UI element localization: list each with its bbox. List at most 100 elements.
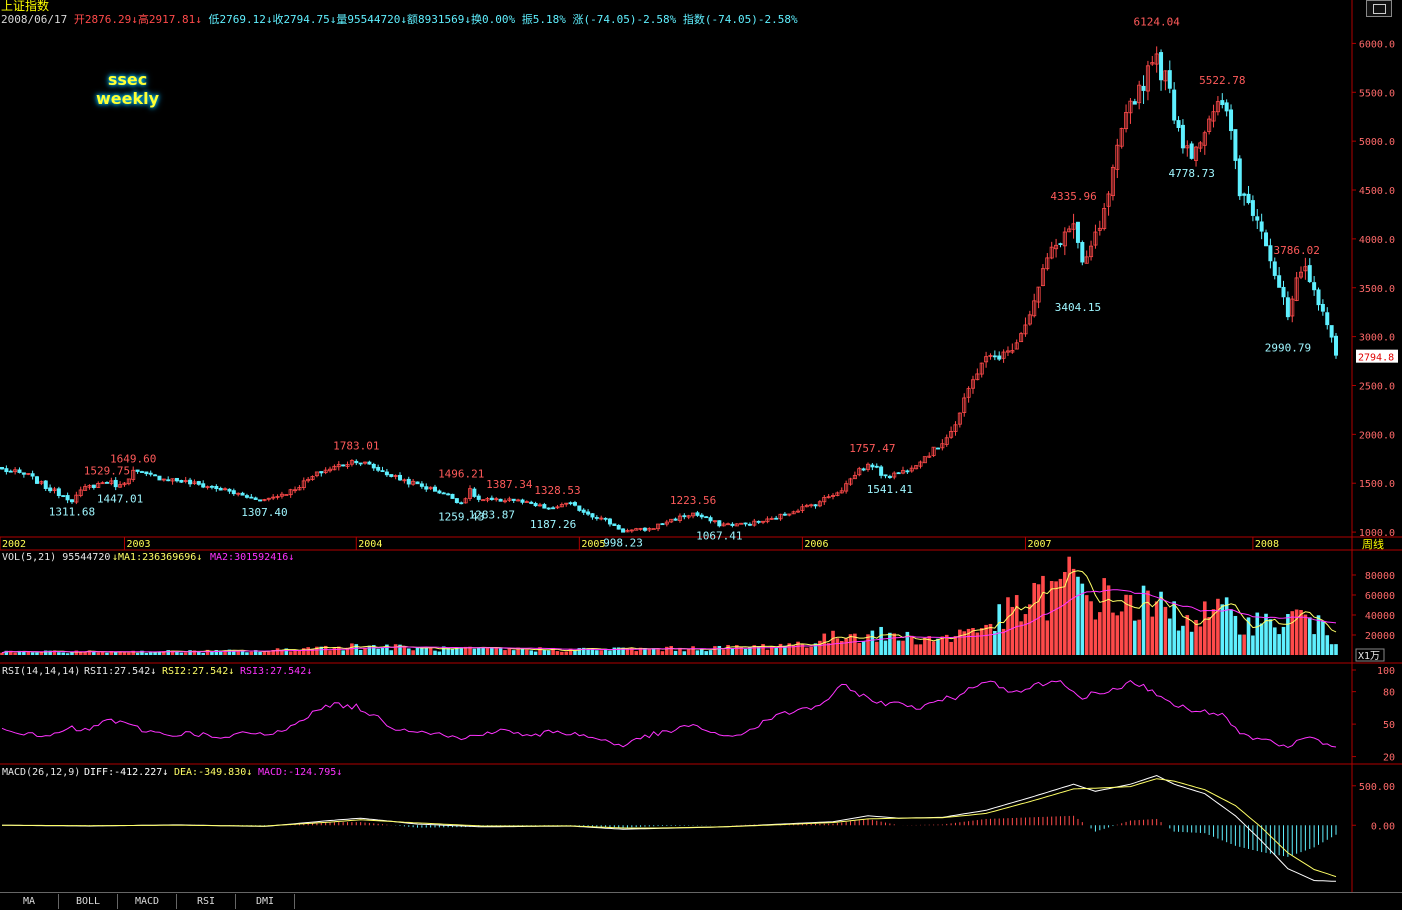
candle-body — [8, 470, 13, 473]
volume-bar — [1237, 634, 1242, 655]
tab-macd[interactable]: MACD — [118, 894, 177, 909]
volume-bar — [1220, 604, 1225, 655]
candle-body — [935, 447, 940, 450]
candle-body — [879, 466, 884, 476]
volume-bar — [778, 643, 783, 655]
candle-body — [1329, 325, 1334, 338]
tab-dmi[interactable]: DMI — [236, 894, 295, 909]
volume-bar — [835, 638, 840, 655]
candle-body — [607, 518, 612, 525]
stock-chart[interactable]: 1000.01500.02000.02500.03000.03500.04000… — [0, 0, 1402, 909]
candle-body — [1307, 265, 1312, 283]
change-label: 涨 — [572, 13, 584, 26]
volume-bar — [503, 650, 507, 655]
candle-body — [1237, 158, 1242, 197]
volume-bar — [245, 652, 249, 655]
volume-bar — [1128, 595, 1133, 655]
candle-body — [454, 498, 459, 503]
watermark-line2: weekly — [96, 89, 160, 108]
candle-body — [419, 483, 424, 487]
volume-bar — [560, 651, 564, 655]
close-label: 收 — [272, 13, 284, 26]
volume-bar — [870, 630, 875, 655]
candle-body — [612, 523, 617, 526]
volume-bar — [647, 649, 652, 655]
macd-legend: MACD(26,12,9) — [2, 767, 80, 778]
price-tick-label: 5000.0 — [1359, 137, 1395, 148]
volume-bar — [888, 632, 892, 655]
volume-bar — [1207, 616, 1211, 655]
volume-bar — [1167, 618, 1172, 655]
candle-body — [4, 468, 9, 473]
volume-bar — [542, 649, 547, 655]
restore-window-icon[interactable] — [1366, 0, 1392, 17]
candle-body — [380, 470, 385, 472]
volume-bar — [546, 650, 551, 655]
volume-bar — [57, 652, 61, 655]
price-tick-label: 3000.0 — [1359, 333, 1395, 344]
candle-body — [581, 509, 586, 513]
volume-bar — [529, 650, 534, 655]
volume-bar — [1076, 576, 1080, 655]
volume-bar — [1334, 644, 1338, 655]
low-annotation: 998.23 — [603, 536, 643, 549]
candle-body — [398, 474, 403, 481]
volume-bar — [1115, 615, 1120, 655]
volume-bar — [1181, 625, 1185, 655]
candle-body — [1172, 89, 1177, 121]
candle-body — [572, 502, 577, 506]
volume-bar — [726, 644, 730, 655]
amplitude-value: 5.18% — [532, 13, 566, 26]
volume-bar — [708, 650, 713, 655]
volume-bar — [1071, 568, 1076, 655]
volume-bar — [301, 648, 306, 655]
candle-body — [1224, 102, 1229, 112]
year-label: 2008 — [1255, 539, 1279, 550]
volume-tick-label: 80000 — [1365, 571, 1395, 582]
candle-body — [389, 474, 394, 477]
candle-body — [459, 502, 464, 505]
candle-body — [542, 504, 547, 509]
volume-bar — [717, 646, 722, 655]
candle-body — [660, 523, 665, 526]
candle-body — [529, 501, 534, 504]
volume-bar — [896, 640, 901, 655]
candle-body — [1250, 200, 1255, 216]
open-label: 开 — [73, 13, 85, 26]
volume-bar — [1272, 627, 1277, 655]
candle-body — [21, 472, 26, 475]
quote-date: 2008/06/17 — [1, 13, 68, 26]
volume-bar — [1264, 613, 1268, 655]
volume-bar — [433, 650, 437, 655]
volume-bar — [1093, 619, 1098, 655]
candle-body — [743, 522, 748, 525]
low-annotation: 3404.15 — [1055, 301, 1101, 314]
volume-bar — [804, 647, 809, 655]
candle-body — [218, 487, 223, 491]
candle-body — [69, 499, 74, 503]
period-button[interactable]: 周线 — [1362, 536, 1384, 552]
volume-bar — [958, 629, 962, 655]
candle-body — [476, 495, 481, 500]
tab-rsi[interactable]: RSI — [177, 894, 236, 909]
candle-body — [1141, 85, 1146, 91]
volume-bar — [883, 640, 888, 655]
volume-bar — [1067, 556, 1071, 655]
year-label: 2002 — [2, 539, 26, 550]
price-tick-label: 6000.0 — [1359, 39, 1395, 50]
volume-value: 95544720 — [347, 13, 401, 26]
candle-body — [511, 498, 516, 501]
high-annotation: 6124.04 — [1133, 15, 1180, 28]
candle-body — [1242, 193, 1247, 196]
volume-bar — [595, 650, 599, 655]
tab-boll[interactable]: BOLL — [59, 894, 118, 909]
low-annotation: 1187.26 — [530, 518, 576, 531]
candle-body — [450, 493, 455, 499]
volume-bar — [695, 650, 700, 655]
volume-bar — [1307, 617, 1312, 655]
volume-bar — [341, 650, 345, 655]
tab-ma[interactable]: MA — [0, 894, 59, 909]
candle-body — [594, 517, 599, 519]
candle-body — [472, 488, 477, 497]
volume-bar — [700, 649, 704, 655]
